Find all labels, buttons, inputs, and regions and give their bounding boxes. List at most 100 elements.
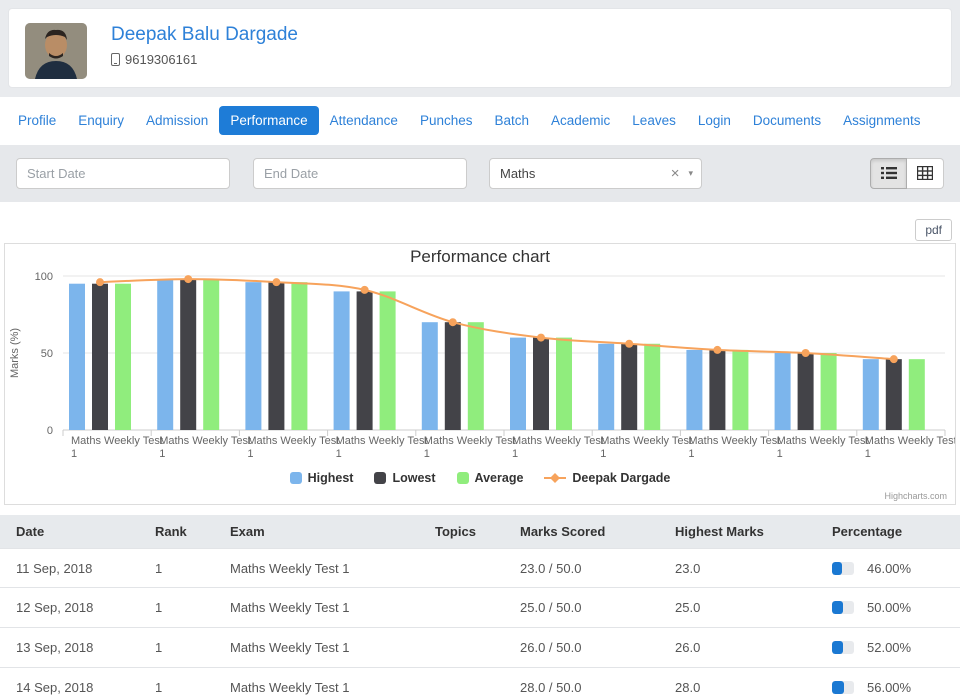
bar-average[interactable]: [380, 291, 396, 430]
bar-highest[interactable]: [422, 322, 438, 430]
profile-info: Deepak Balu Dargade 9619306161: [111, 23, 298, 67]
performance-chart: Performance chart050100Marks (%)Maths We…: [5, 244, 955, 466]
pdf-export-button[interactable]: pdf: [915, 219, 952, 241]
bar-average[interactable]: [203, 279, 219, 430]
x-category-label: Maths Weekly Test1: [777, 435, 869, 460]
start-date-input[interactable]: [16, 158, 230, 189]
list-view-icon: [881, 166, 897, 180]
bar-average[interactable]: [821, 353, 837, 430]
y-tick-label: 0: [47, 425, 53, 437]
cell-marks-scored: 23.0 / 50.0: [520, 561, 675, 576]
cell-date: 11 Sep, 2018: [16, 561, 155, 576]
subject-select[interactable]: Maths × ▾: [489, 158, 702, 189]
end-date-input[interactable]: [253, 158, 467, 189]
bar-lowest[interactable]: [92, 284, 108, 430]
bar-lowest[interactable]: [798, 353, 814, 430]
bar-average[interactable]: [732, 350, 748, 430]
legend-item-highest[interactable]: Highest: [290, 471, 354, 485]
percentage-text: 46.00%: [867, 561, 911, 576]
line-marker[interactable]: [96, 278, 104, 286]
tab-enquiry[interactable]: Enquiry: [67, 106, 135, 135]
tab-login[interactable]: Login: [687, 106, 742, 135]
tab-punches[interactable]: Punches: [409, 106, 484, 135]
line-marker[interactable]: [625, 340, 633, 348]
bar-average[interactable]: [644, 344, 660, 430]
cell-marks-scored: 28.0 / 50.0: [520, 680, 675, 695]
percentage-progress-bar: [832, 562, 854, 575]
tab-academic[interactable]: Academic: [540, 106, 621, 135]
cell-percentage: 50.00%: [832, 600, 960, 615]
bar-lowest[interactable]: [268, 282, 284, 430]
percentage-text: 52.00%: [867, 640, 911, 655]
legend-item-deepak-dargade[interactable]: Deepak Dargade: [544, 471, 670, 485]
bar-lowest[interactable]: [445, 322, 461, 430]
bar-highest[interactable]: [775, 353, 791, 430]
bar-highest[interactable]: [157, 279, 173, 430]
tab-admission[interactable]: Admission: [135, 106, 219, 135]
line-marker[interactable]: [537, 334, 545, 342]
chart-title: Performance chart: [410, 247, 550, 266]
bar-highest[interactable]: [510, 338, 526, 430]
select-clear-icon[interactable]: ×: [667, 166, 684, 181]
subject-select-value: Maths: [500, 166, 667, 181]
bar-average[interactable]: [468, 322, 484, 430]
tab-performance[interactable]: Performance: [219, 106, 318, 135]
percentage-progress-bar: [832, 641, 854, 654]
bar-highest[interactable]: [69, 284, 85, 430]
bar-highest[interactable]: [598, 344, 614, 430]
column-header-topics: Topics: [435, 524, 520, 539]
table-row: 13 Sep, 20181Maths Weekly Test 126.0 / 5…: [0, 628, 960, 668]
bar-highest[interactable]: [686, 350, 702, 430]
tab-attendance[interactable]: Attendance: [319, 106, 409, 135]
bar-average[interactable]: [291, 282, 307, 430]
table-body: 11 Sep, 20181Maths Weekly Test 123.0 / 5…: [0, 548, 960, 698]
tab-profile[interactable]: Profile: [7, 106, 67, 135]
table-view-button[interactable]: [907, 158, 944, 189]
tab-batch[interactable]: Batch: [483, 106, 540, 135]
x-category-label: Maths Weekly Test1: [159, 435, 251, 460]
line-marker[interactable]: [449, 318, 457, 326]
column-header-rank: Rank: [155, 524, 230, 539]
bar-average[interactable]: [115, 284, 131, 430]
cell-rank: 1: [155, 640, 230, 655]
cell-percentage: 52.00%: [832, 640, 960, 655]
chevron-down-icon[interactable]: ▾: [683, 168, 693, 179]
line-marker[interactable]: [361, 286, 369, 294]
line-marker[interactable]: [713, 346, 721, 354]
cell-highest-marks: 28.0: [675, 680, 832, 695]
table-row: 12 Sep, 20181Maths Weekly Test 125.0 / 5…: [0, 588, 960, 628]
bar-highest[interactable]: [245, 282, 261, 430]
percentage-progress-bar: [832, 601, 854, 614]
list-view-button[interactable]: [870, 158, 907, 189]
x-category-label: Maths Weekly Test1: [71, 435, 163, 460]
percentage-progress-bar: [832, 681, 854, 694]
tab-assignments[interactable]: Assignments: [832, 106, 931, 135]
legend-label: Lowest: [392, 471, 435, 485]
line-marker[interactable]: [184, 275, 192, 283]
line-marker[interactable]: [890, 355, 898, 363]
profile-card: Deepak Balu Dargade 9619306161: [8, 8, 952, 88]
tab-documents[interactable]: Documents: [742, 106, 832, 135]
bar-lowest[interactable]: [180, 279, 196, 430]
line-marker[interactable]: [802, 349, 810, 357]
results-table: DateRankExamTopicsMarks ScoredHighest Ma…: [0, 515, 960, 698]
tab-leaves[interactable]: Leaves: [621, 106, 687, 135]
bar-average[interactable]: [909, 359, 925, 430]
legend-item-lowest[interactable]: Lowest: [374, 471, 435, 485]
bar-average[interactable]: [556, 338, 572, 430]
bar-lowest[interactable]: [709, 350, 725, 430]
phone-icon: [111, 53, 120, 66]
avatar-photo-icon: [25, 23, 87, 79]
bar-lowest[interactable]: [621, 344, 637, 430]
cell-rank: 1: [155, 561, 230, 576]
bar-lowest[interactable]: [533, 338, 549, 430]
y-tick-label: 50: [41, 348, 53, 360]
bar-lowest[interactable]: [357, 291, 373, 430]
bar-highest[interactable]: [334, 291, 350, 430]
line-marker[interactable]: [272, 278, 280, 286]
cell-exam: Maths Weekly Test 1: [230, 640, 435, 655]
bar-lowest[interactable]: [886, 359, 902, 430]
legend-item-average[interactable]: Average: [457, 471, 524, 485]
bar-highest[interactable]: [863, 359, 879, 430]
x-category-label: Maths Weekly Test1: [336, 435, 428, 460]
